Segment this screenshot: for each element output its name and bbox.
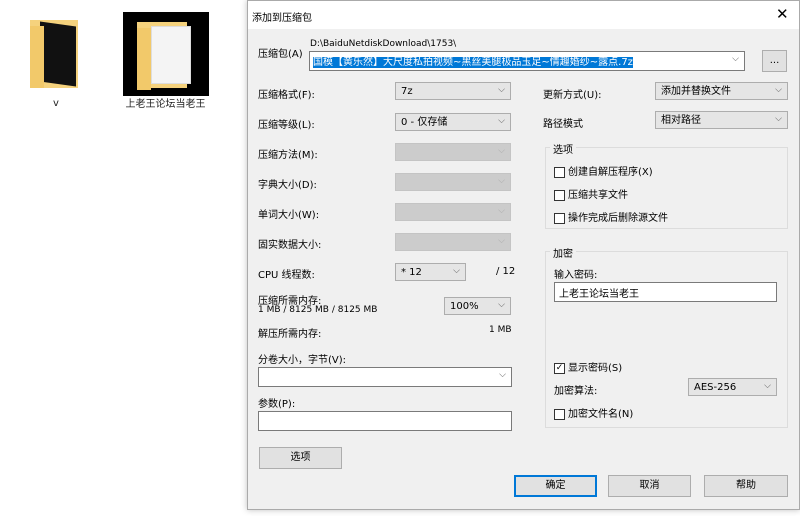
- show-password-label: 显示密码(S): [568, 363, 623, 374]
- level-select[interactable]: 0 - 仅存储 ⌵: [395, 113, 511, 131]
- cpu-select[interactable]: * 12 ⌵: [395, 263, 466, 281]
- format-label: 压缩格式(F):: [258, 90, 315, 101]
- archive-name-combobox[interactable]: 国模【黄乐然】大尺度私拍视频~黑丝美腿极品玉足~情趣婚纱~露点.7z ⌵: [309, 51, 745, 71]
- desktop-icon-label: 上老王论坛当老王: [125, 99, 206, 110]
- sfx-label: 创建自解压程序(X): [568, 167, 653, 178]
- checkbox-icon: [554, 212, 565, 224]
- cpu-value: * 12: [401, 267, 422, 278]
- checkbox-icon: [554, 408, 565, 420]
- word-label: 单词大小(W):: [258, 210, 320, 221]
- archive-name: 国模【黄乐然】大尺度私拍视频~黑丝美腿极品玉足~情趣婚纱~露点.7z: [313, 57, 633, 68]
- shared-checkbox[interactable]: 压缩共享文件: [554, 186, 628, 201]
- encrypt-group-title: 加密: [550, 245, 576, 260]
- show-password-checkbox[interactable]: ✓ 显示密码(S): [554, 359, 622, 374]
- path-value: 相对路径: [661, 115, 701, 126]
- delete-label: 操作完成后删除源文件: [568, 213, 668, 224]
- folder-icon: [30, 18, 82, 90]
- update-value: 添加并替换文件: [661, 86, 731, 97]
- dialog-title: 添加到压缩包: [252, 13, 312, 24]
- close-icon[interactable]: ✕: [776, 5, 789, 23]
- enc-method-select[interactable]: AES-256 ⌵: [688, 378, 777, 396]
- chevron-down-icon: ⌵: [498, 206, 505, 216]
- format-select[interactable]: 7z ⌵: [395, 82, 511, 100]
- ok-button[interactable]: 确定: [514, 475, 597, 497]
- delete-checkbox[interactable]: 操作完成后删除源文件: [554, 209, 668, 224]
- enc-method-value: AES-256: [694, 382, 737, 393]
- update-select[interactable]: 添加并替换文件 ⌵: [655, 82, 788, 100]
- chevron-down-icon: ⌵: [498, 116, 505, 126]
- encrypt-names-checkbox[interactable]: 加密文件名(N): [554, 405, 633, 420]
- chevron-down-icon: ⌵: [453, 266, 460, 276]
- update-label: 更新方式(U):: [543, 90, 602, 101]
- dict-label: 字典大小(D):: [258, 180, 317, 191]
- mem-comp-value: 1 MB / 8125 MB / 8125 MB: [258, 305, 378, 315]
- checkbox-icon: [554, 166, 565, 178]
- method-label: 压缩方法(M):: [258, 150, 318, 161]
- level-value: 0 - 仅存储: [401, 117, 448, 128]
- desktop-icon-v[interactable]: v: [30, 18, 85, 118]
- split-label: 分卷大小，字节(V):: [258, 355, 347, 366]
- level-label: 压缩等级(L):: [258, 120, 315, 131]
- chevron-down-icon: ⌵: [498, 146, 505, 156]
- checkbox-icon: [554, 189, 565, 201]
- checkmark-icon: ✓: [554, 362, 565, 374]
- params-label: 参数(P):: [258, 399, 296, 410]
- mem-percent-value: 100%: [450, 301, 479, 312]
- chevron-down-icon: ⌵: [498, 236, 505, 246]
- shared-label: 压缩共享文件: [568, 190, 628, 201]
- desktop-icon-folder[interactable]: 上老王论坛当老王: [118, 10, 213, 130]
- folder-icon: [123, 12, 209, 96]
- method-select[interactable]: ⌵: [395, 143, 511, 161]
- password-input[interactable]: 上老王论坛当老王: [554, 282, 777, 302]
- split-combobox[interactable]: ⌵: [258, 367, 512, 387]
- encrypt-names-label: 加密文件名(N): [568, 409, 634, 420]
- chevron-down-icon: ⌵: [775, 85, 782, 95]
- browse-button[interactable]: ...: [762, 50, 787, 72]
- path-select[interactable]: 相对路径 ⌵: [655, 111, 788, 129]
- dict-select[interactable]: ⌵: [395, 173, 511, 191]
- solid-select[interactable]: ⌵: [395, 233, 511, 251]
- options-button[interactable]: 选项: [259, 447, 342, 469]
- password-label: 输入密码:: [554, 270, 598, 281]
- desktop-icon-label: v: [53, 98, 59, 109]
- params-input[interactable]: [258, 411, 512, 431]
- title-bar: 添加到压缩包 ✕: [248, 1, 799, 29]
- enc-method-label: 加密算法:: [554, 386, 598, 397]
- options-group-title: 选项: [550, 141, 576, 156]
- chevron-down-icon: ⌵: [775, 114, 782, 124]
- mem-percent-select[interactable]: 100% ⌵: [444, 297, 511, 315]
- path-label: 路径模式: [543, 119, 583, 130]
- archive-label: 压缩包(A): [258, 49, 303, 60]
- chevron-down-icon: ⌵: [764, 381, 771, 391]
- archive-dir: D:\BaiduNetdiskDownload\1753\: [310, 39, 457, 49]
- cpu-max: / 12: [496, 266, 516, 277]
- chevron-down-icon: ⌵: [498, 176, 505, 186]
- word-select[interactable]: ⌵: [395, 203, 511, 221]
- cancel-button[interactable]: 取消: [608, 475, 691, 497]
- chevron-down-icon: ⌵: [498, 85, 505, 95]
- help-button[interactable]: 帮助: [704, 475, 788, 497]
- mem-decomp-label: 解压所需内存:: [258, 329, 322, 340]
- format-value: 7z: [401, 86, 413, 97]
- add-to-archive-dialog: 添加到压缩包 ✕ 压缩包(A) D:\BaiduNetdiskDownload\…: [247, 0, 800, 510]
- sfx-checkbox[interactable]: 创建自解压程序(X): [554, 163, 653, 178]
- cpu-label: CPU 线程数:: [258, 270, 315, 281]
- chevron-down-icon[interactable]: ⌵: [732, 54, 739, 64]
- chevron-down-icon: ⌵: [498, 300, 505, 310]
- password-value: 上老王论坛当老王: [559, 289, 639, 300]
- chevron-down-icon: ⌵: [499, 370, 506, 380]
- solid-label: 固实数据大小:: [258, 240, 322, 251]
- mem-decomp-value: 1 MB: [489, 325, 512, 335]
